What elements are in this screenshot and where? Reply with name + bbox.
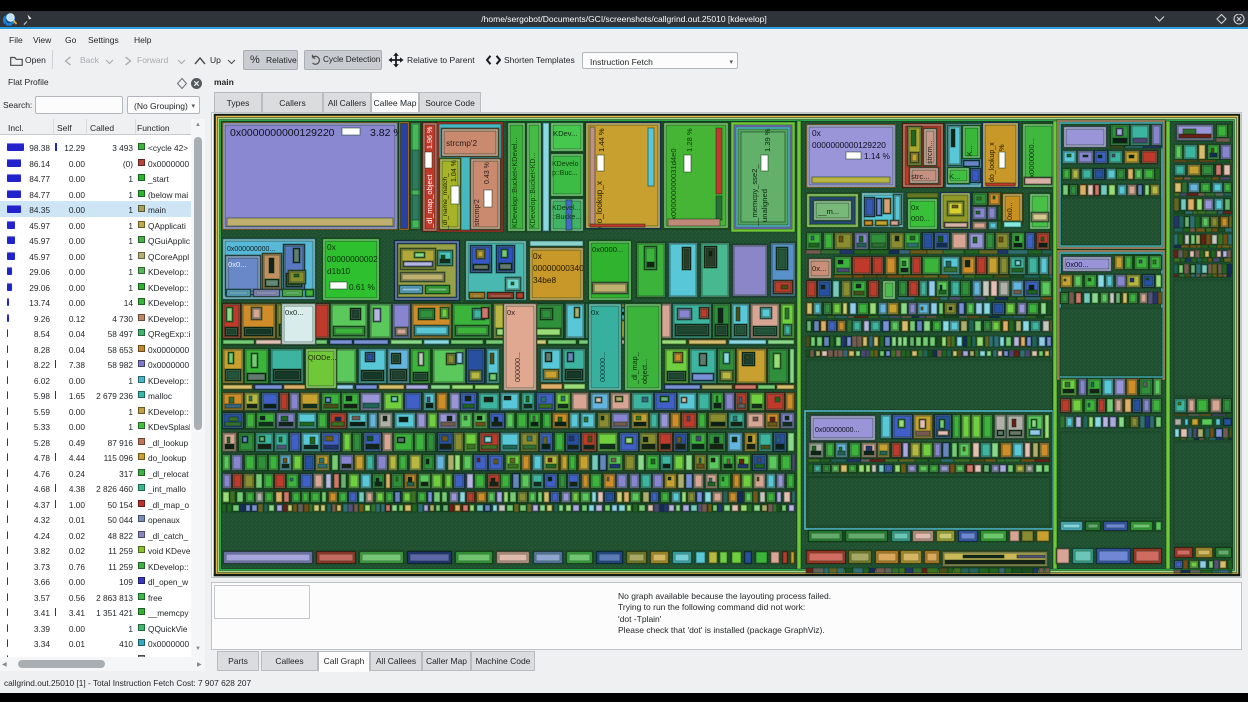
svg-text:0x0000000000129220: 0x0000000000129220: [230, 127, 335, 139]
svg-text:object...: object...: [640, 359, 649, 384]
svg-text:1.44 %: 1.44 %: [597, 128, 606, 152]
svg-text:00000000002: 00000000002: [327, 254, 378, 264]
svg-text:0x: 0x: [327, 242, 337, 252]
svg-text:000000...: 000000...: [513, 352, 522, 382]
svg-text:d1b10: d1b10: [327, 266, 350, 276]
svg-text:_dl_map_: _dl_map_: [630, 351, 639, 385]
svg-text:::Bucke...: ::Bucke...: [552, 214, 581, 221]
svg-text:1.28 %: 1.28 %: [685, 128, 694, 152]
svg-text:0x00...: 0x00...: [1066, 260, 1089, 269]
svg-text:KDevelop::Bucket<KDevel...: KDevelop::Bucket<KDevel...: [510, 138, 519, 229]
svg-text:0x000000000...: 0x000000000...: [227, 246, 275, 253]
svg-text:0x000000000031d4e0: 0x000000000031d4e0: [669, 148, 678, 224]
svg-text:0.61 %: 0.61 %: [349, 282, 375, 292]
svg-text:1.39 %: 1.39 %: [763, 128, 772, 152]
svg-text:__memcpy_sse2_: __memcpy_sse2_: [750, 164, 759, 227]
svg-text:strc...: strc...: [911, 172, 930, 181]
svg-text:KDevelo: KDevelo: [552, 161, 579, 168]
svg-text:_dl_name_match_: _dl_name_match_: [442, 173, 449, 230]
svg-text:34be8: 34be8: [533, 275, 556, 285]
svg-text:KDev...: KDev...: [553, 129, 577, 138]
svg-text:p::Buc...: p::Buc...: [552, 170, 578, 177]
svg-text:0x0...: 0x0...: [1005, 202, 1014, 220]
svg-text:0.43 %: 0.43 %: [484, 162, 491, 184]
svg-text:do_lookup_x: do_lookup_x: [594, 180, 604, 228]
svg-text:0x...: 0x...: [812, 264, 826, 273]
svg-text:__m...: __m...: [817, 207, 839, 216]
svg-text:0x: 0x: [812, 128, 822, 138]
svg-text:strcmp'2: strcmp'2: [446, 138, 477, 148]
svg-text:1.96 %: 1.96 %: [425, 126, 434, 149]
svg-text:_dl_map_object: _dl_map_object: [425, 173, 434, 229]
svg-text:3.82 %: 3.82 %: [370, 127, 403, 139]
svg-text:strcm...: strcm...: [925, 140, 934, 164]
svg-text:00000000340: 00000000340: [533, 263, 584, 273]
svg-text:0x: 0x: [591, 308, 599, 317]
svg-text:K...: K...: [965, 145, 974, 156]
svg-text:K...: K...: [949, 172, 960, 181]
svg-text:0x: 0x: [507, 308, 515, 317]
svg-text:0000000000129220: 0000000000129220: [812, 140, 886, 150]
svg-text:0x00000000...: 0x00000000...: [815, 427, 859, 434]
svg-text:0x0...: 0x0...: [228, 260, 247, 269]
svg-text:KDevelop::Bucket<KD...: KDevelop::Bucket<KD...: [530, 153, 537, 228]
svg-text:QIODe...: QIODe...: [308, 353, 336, 362]
svg-text:0x0000000...: 0x0000000...: [1027, 138, 1036, 182]
svg-text:0x0000...: 0x0000...: [592, 245, 623, 254]
svg-text:unaligned: unaligned: [760, 189, 769, 222]
svg-text:000...: 000...: [911, 214, 930, 223]
svg-text:1.14 %: 1.14 %: [864, 151, 890, 161]
svg-text:KDevel...: KDevel...: [552, 205, 580, 212]
svg-text:000000...: 000000...: [598, 352, 607, 382]
svg-text:0x: 0x: [533, 251, 543, 261]
svg-text:do_lookup_x: do_lookup_x: [989, 142, 996, 182]
svg-text:0x0...: 0x0...: [285, 308, 304, 317]
svg-text:1.04 %: 1.04 %: [451, 160, 458, 182]
svg-text:0x: 0x: [911, 203, 919, 212]
svg-text:strcmp'2: strcmp'2: [472, 199, 481, 226]
